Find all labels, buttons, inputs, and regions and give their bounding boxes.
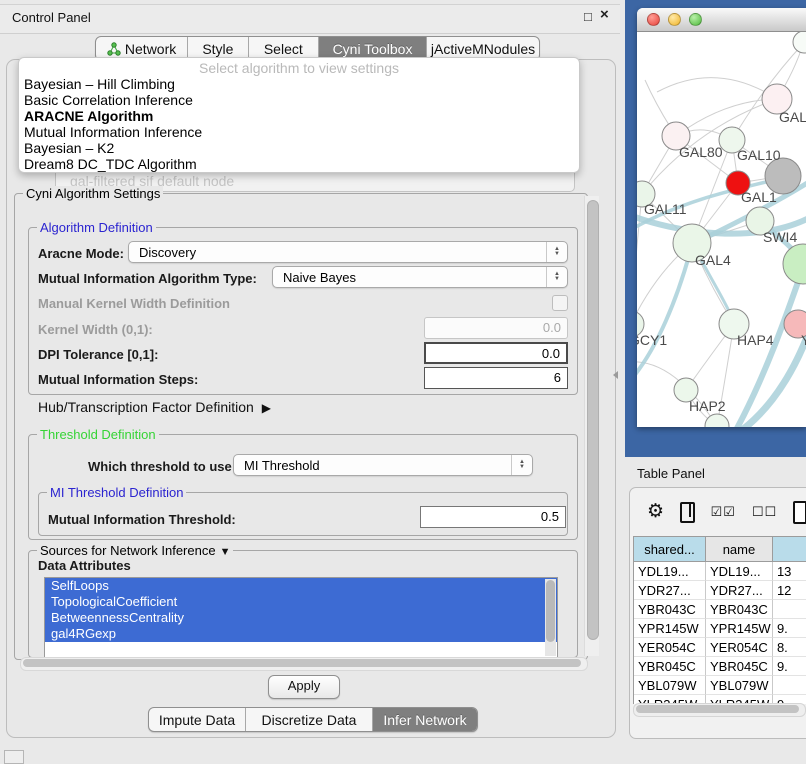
algorithm-definition-legend: Algorithm Definition	[37, 220, 156, 235]
panel-divider-handle[interactable]	[613, 371, 618, 379]
table-panel-body: ⚙ ☑☑ ☐☐ shared...nameYDL19...YDL19...13Y…	[629, 487, 806, 739]
attribute-item[interactable]: TopologicalCoefficient	[45, 594, 557, 610]
node-label: HAP2	[689, 398, 726, 414]
tab-discretize-data[interactable]: Discretize Data	[246, 708, 373, 731]
table-row[interactable]: YER054CYER054C8.	[634, 638, 806, 657]
threshold-definition-legend: Threshold Definition	[37, 427, 159, 442]
deselect-all-columns-icon[interactable]: ☐☐	[752, 504, 777, 520]
node-table: shared...nameYDL19...YDL19...13YDR27...Y…	[633, 536, 806, 704]
mi-algorithm-type-label: Mutual Information Algorithm Type:	[38, 271, 257, 286]
collapse-down-icon: ▼	[220, 546, 231, 558]
column-header[interactable]: name	[706, 537, 773, 562]
mi-threshold-input[interactable]: 0.5	[420, 506, 566, 528]
node-label: SWI4	[763, 229, 797, 245]
table-row[interactable]: YBR045CYBR045C9.	[634, 657, 806, 676]
attribute-item[interactable]: BetweennessCentrality	[45, 610, 557, 626]
table-row[interactable]: YPR145WYPR145W9.	[634, 619, 806, 638]
node-label: GAL	[779, 109, 806, 125]
gear-icon[interactable]: ⚙	[647, 502, 664, 522]
column-header[interactable]: shared...	[634, 537, 706, 562]
table-row[interactable]: YDR27...YDR27...12	[634, 581, 806, 600]
close-window-icon[interactable]	[647, 13, 660, 26]
table-hscrollbar[interactable]	[633, 703, 806, 717]
settings-hscrollbar[interactable]	[20, 657, 588, 671]
attribute-item[interactable]: gal4RGexp	[45, 626, 557, 642]
which-threshold-label: Which threshold to use:	[88, 459, 236, 474]
algorithm-option[interactable]: Mutual Information Inference	[19, 124, 579, 140]
select-all-columns-icon[interactable]: ☑☑	[711, 504, 736, 520]
apply-button[interactable]: Apply	[268, 675, 340, 699]
node-label: GAL4	[695, 252, 731, 268]
network-window-titlebar[interactable]	[637, 8, 806, 32]
mi-algorithm-type-select[interactable]: Naive Bayes ▲▼	[272, 266, 568, 288]
table-toolbar: ⚙ ☑☑ ☐☐	[630, 488, 806, 536]
algorithm-option[interactable]: Bayesian – Hill Climbing	[19, 76, 579, 92]
collapse-right-icon: ▶	[262, 401, 271, 415]
node-label: GAL80	[679, 144, 723, 160]
node-label: GAL1	[741, 189, 777, 205]
tab-infer-network[interactable]: Infer Network	[373, 708, 477, 731]
control-panel-title: Control Panel	[12, 10, 91, 25]
table-panel-title: Table Panel	[637, 466, 705, 481]
attribute-item[interactable]: SelfLoops	[45, 578, 557, 594]
mi-steps-label: Mutual Information Steps:	[38, 372, 198, 387]
tab-impute-data[interactable]: Impute Data	[149, 708, 246, 731]
which-threshold-select[interactable]: MI Threshold ▲▼	[233, 454, 533, 476]
network-window: GAL GAL80 GAL10 GAL1 GAL11 SWI4 GAL4 GCY1 HAP4 Y H…	[637, 8, 806, 427]
algorithm-dropdown-list: Select algorithm to view settingsBayesia…	[18, 57, 580, 173]
table-row[interactable]: YBR043CYBR043C	[634, 600, 806, 619]
dropdown-placeholder: Select algorithm to view settings	[19, 60, 579, 76]
zoom-window-icon[interactable]	[689, 13, 702, 26]
network-canvas[interactable]: GAL GAL80 GAL10 GAL1 GAL11 SWI4 GAL4 GCY1 HAP4 Y H…	[637, 32, 806, 427]
network-edge-highlighted	[637, 245, 692, 384]
aracne-mode-label: Aracne Mode:	[38, 246, 124, 261]
kernel-width-label: Kernel Width (0,1):	[38, 322, 153, 337]
stepper-arrows-icon[interactable]: ▲▼	[511, 455, 532, 475]
float-panel-icon[interactable]: □	[584, 10, 592, 24]
manual-kernel-width-checkbox[interactable]	[552, 295, 568, 311]
network-edge	[657, 78, 777, 99]
network-node[interactable]	[793, 32, 806, 53]
network-icon	[107, 42, 121, 56]
node-label: GAL11	[644, 201, 687, 217]
stepper-arrows-icon[interactable]: ▲▼	[546, 267, 567, 287]
manual-kernel-width-label: Manual Kernel Width Definition	[38, 296, 230, 311]
network-node[interactable]	[705, 414, 729, 427]
stepper-arrows-icon[interactable]: ▲▼	[546, 242, 567, 262]
data-attributes-list[interactable]: SelfLoopsTopologicalCoefficientBetweenne…	[44, 577, 558, 658]
cyni-settings-legend: Cyni Algorithm Settings	[23, 186, 163, 201]
mi-threshold-label: Mutual Information Threshold:	[48, 512, 236, 527]
close-panel-icon[interactable]: ×	[600, 8, 609, 22]
table-row[interactable]: YDL19...YDL19...13	[634, 562, 806, 581]
mi-threshold-legend: MI Threshold Definition	[47, 485, 186, 500]
dpi-tolerance-input[interactable]: 0.0	[424, 342, 568, 364]
data-attributes-label: Data Attributes	[38, 558, 131, 573]
node-label: HAP4	[737, 332, 774, 348]
algorithm-option[interactable]: Basic Correlation Inference	[19, 92, 579, 108]
kernel-width-input[interactable]: 0.0	[424, 317, 568, 339]
algorithm-option[interactable]: ARACNE Algorithm	[19, 108, 579, 124]
node-label: Y	[801, 332, 806, 348]
column-header[interactable]	[773, 537, 806, 562]
split-view-icon[interactable]	[680, 502, 694, 523]
minimize-window-icon[interactable]	[668, 13, 681, 26]
network-graph: GAL GAL80 GAL10 GAL1 GAL11 SWI4 GAL4 GCY1 HAP4 Y H…	[637, 32, 806, 427]
export-table-icon[interactable]	[793, 501, 806, 524]
table-row[interactable]: YBL079WYBL079W	[634, 676, 806, 695]
mi-steps-input[interactable]: 6	[424, 367, 568, 389]
control-panel-titlebar	[0, 4, 620, 34]
sources-legend[interactable]: Sources for Network Inference▼	[37, 543, 233, 558]
dpi-tolerance-label: DPI Tolerance [0,1]:	[38, 347, 158, 362]
node-label: GCY1	[637, 332, 667, 348]
algorithm-option[interactable]: Dream8 DC_TDC Algorithm	[19, 156, 579, 172]
hub-definition-toggle[interactable]: Hub/Transcription Factor Definition▶	[38, 399, 271, 415]
settings-scrollbar[interactable]	[584, 196, 599, 656]
network-node[interactable]	[783, 244, 806, 284]
algorithm-option[interactable]: Bayesian – K2	[19, 140, 579, 156]
list-scrollbar[interactable]	[545, 579, 556, 656]
aracne-mode-select[interactable]: Discovery ▲▼	[128, 241, 568, 263]
bottom-tab-bar: Impute DataDiscretize DataInfer Network	[148, 707, 478, 732]
node-label: GAL10	[737, 147, 781, 163]
